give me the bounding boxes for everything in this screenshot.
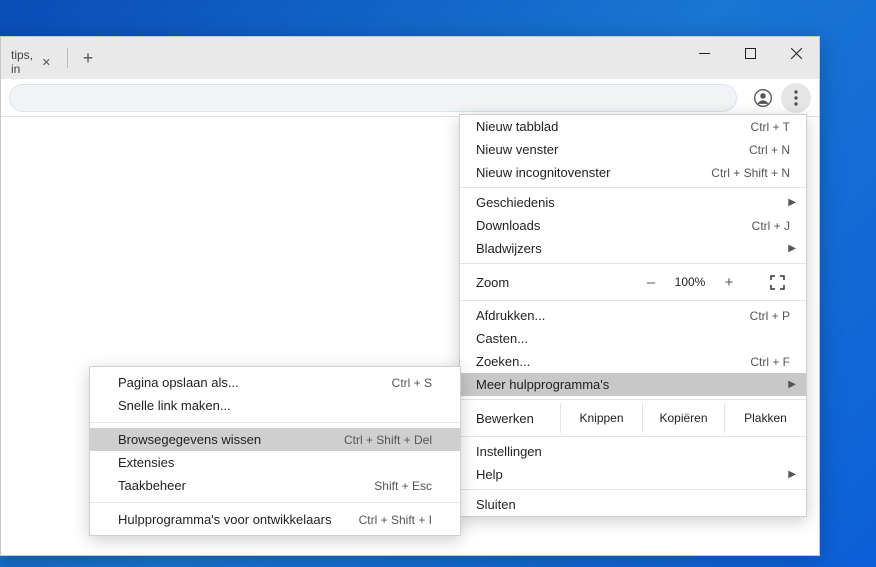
submenu-label: Browsegegevens wissen: [118, 432, 344, 447]
copy-button[interactable]: Kopiëren: [642, 403, 724, 433]
menu-item-label: Nieuw incognitovenster: [476, 165, 711, 180]
submenu-shortcut: Ctrl + Shift + I: [359, 513, 432, 527]
edit-label: Bewerken: [460, 411, 560, 426]
menu-separator: [460, 263, 806, 264]
menu-shortcut: Ctrl + N: [749, 143, 790, 157]
menu-new-window[interactable]: Nieuw venster Ctrl + N: [460, 138, 806, 161]
menu-separator: [460, 399, 806, 400]
title-bar: tips, in ✕ +: [1, 37, 819, 79]
new-tab-button[interactable]: +: [74, 44, 102, 72]
submenu-extensions[interactable]: Extensies: [90, 451, 460, 474]
menu-item-label: Afdrukken...: [476, 308, 750, 323]
close-icon[interactable]: ✕: [42, 56, 51, 69]
submenu-developer-tools[interactable]: Hulpprogramma's voor ontwikkelaars Ctrl …: [90, 508, 460, 531]
menu-settings[interactable]: Instellingen: [460, 440, 806, 463]
profile-button[interactable]: [749, 84, 777, 112]
zoom-in-button[interactable]: +: [712, 274, 746, 291]
submenu-label: Snelle link maken...: [118, 398, 432, 413]
menu-item-label: Meer hulpprogramma's: [476, 377, 790, 392]
submenu-clear-browsing-data[interactable]: Browsegegevens wissen Ctrl + Shift + Del: [90, 428, 460, 451]
menu-separator: [90, 502, 460, 503]
menu-find[interactable]: Zoeken... Ctrl + F: [460, 350, 806, 373]
menu-item-label: Bladwijzers: [476, 241, 790, 256]
submenu-label: Taakbeheer: [118, 478, 374, 493]
menu-item-label: Sluiten: [476, 497, 790, 512]
address-bar[interactable]: [9, 84, 737, 112]
menu-item-label: Casten...: [476, 331, 790, 346]
maximize-button[interactable]: [727, 37, 773, 69]
menu-separator: [460, 187, 806, 188]
zoom-label: Zoom: [476, 275, 634, 290]
menu-separator: [90, 422, 460, 423]
menu-item-label: Nieuw tabblad: [476, 119, 751, 134]
menu-item-label: Instellingen: [476, 444, 790, 459]
menu-item-label: Downloads: [476, 218, 752, 233]
fullscreen-icon[interactable]: [764, 269, 790, 295]
more-tools-submenu: Pagina opslaan als... Ctrl + S Snelle li…: [89, 366, 461, 536]
menu-item-label: Geschiedenis: [476, 195, 790, 210]
submenu-task-manager[interactable]: Taakbeheer Shift + Esc: [90, 474, 460, 497]
window-controls: [681, 37, 819, 69]
menu-separator: [460, 489, 806, 490]
menu-help[interactable]: Help ▶: [460, 463, 806, 486]
toolbar: [1, 79, 819, 117]
menu-item-label: Zoeken...: [476, 354, 750, 369]
submenu-label: Extensies: [118, 455, 432, 470]
menu-print[interactable]: Afdrukken... Ctrl + P: [460, 304, 806, 327]
menu-new-tab[interactable]: Nieuw tabblad Ctrl + T: [460, 115, 806, 138]
cut-button[interactable]: Knippen: [560, 403, 642, 433]
menu-history[interactable]: Geschiedenis ▶: [460, 191, 806, 214]
submenu-shortcut: Ctrl + S: [392, 376, 432, 390]
zoom-value: 100%: [668, 275, 712, 289]
chevron-right-icon: ▶: [788, 379, 796, 390]
tab-separator: [67, 48, 68, 68]
menu-shortcut: Ctrl + T: [751, 120, 790, 134]
zoom-out-button[interactable]: –: [634, 274, 668, 291]
menu-new-incognito[interactable]: Nieuw incognitovenster Ctrl + Shift + N: [460, 161, 806, 184]
menu-shortcut: Ctrl + F: [750, 355, 790, 369]
submenu-label: Pagina opslaan als...: [118, 375, 392, 390]
menu-separator: [460, 436, 806, 437]
menu-edit-row: Bewerken Knippen Kopiëren Plakken: [460, 403, 806, 433]
menu-shortcut: Ctrl + J: [752, 219, 790, 233]
menu-shortcut: Ctrl + Shift + N: [711, 166, 790, 180]
kebab-menu-button[interactable]: [781, 83, 811, 113]
submenu-shortcut: Ctrl + Shift + Del: [344, 433, 432, 447]
minimize-button[interactable]: [681, 37, 727, 69]
chevron-right-icon: ▶: [788, 197, 796, 208]
main-menu: Nieuw tabblad Ctrl + T Nieuw venster Ctr…: [459, 114, 807, 517]
menu-shortcut: Ctrl + P: [750, 309, 790, 323]
menu-cast[interactable]: Casten...: [460, 327, 806, 350]
menu-separator: [460, 300, 806, 301]
close-window-button[interactable]: [773, 37, 819, 69]
submenu-save-page[interactable]: Pagina opslaan als... Ctrl + S: [90, 371, 460, 394]
menu-more-tools[interactable]: Meer hulpprogramma's ▶: [460, 373, 806, 396]
menu-downloads[interactable]: Downloads Ctrl + J: [460, 214, 806, 237]
chevron-right-icon: ▶: [788, 243, 796, 254]
menu-exit[interactable]: Sluiten: [460, 493, 806, 516]
paste-button[interactable]: Plakken: [724, 403, 806, 433]
chevron-right-icon: ▶: [788, 469, 796, 480]
submenu-label: Hulpprogramma's voor ontwikkelaars: [118, 512, 359, 527]
tab-title: tips, in: [11, 48, 34, 76]
submenu-create-shortcut[interactable]: Snelle link maken...: [90, 394, 460, 417]
submenu-shortcut: Shift + Esc: [374, 479, 432, 493]
menu-item-label: Help: [476, 467, 790, 482]
menu-bookmarks[interactable]: Bladwijzers ▶: [460, 237, 806, 260]
menu-item-label: Nieuw venster: [476, 142, 749, 157]
menu-zoom: Zoom – 100% +: [460, 267, 806, 297]
tab[interactable]: tips, in ✕: [1, 45, 61, 79]
